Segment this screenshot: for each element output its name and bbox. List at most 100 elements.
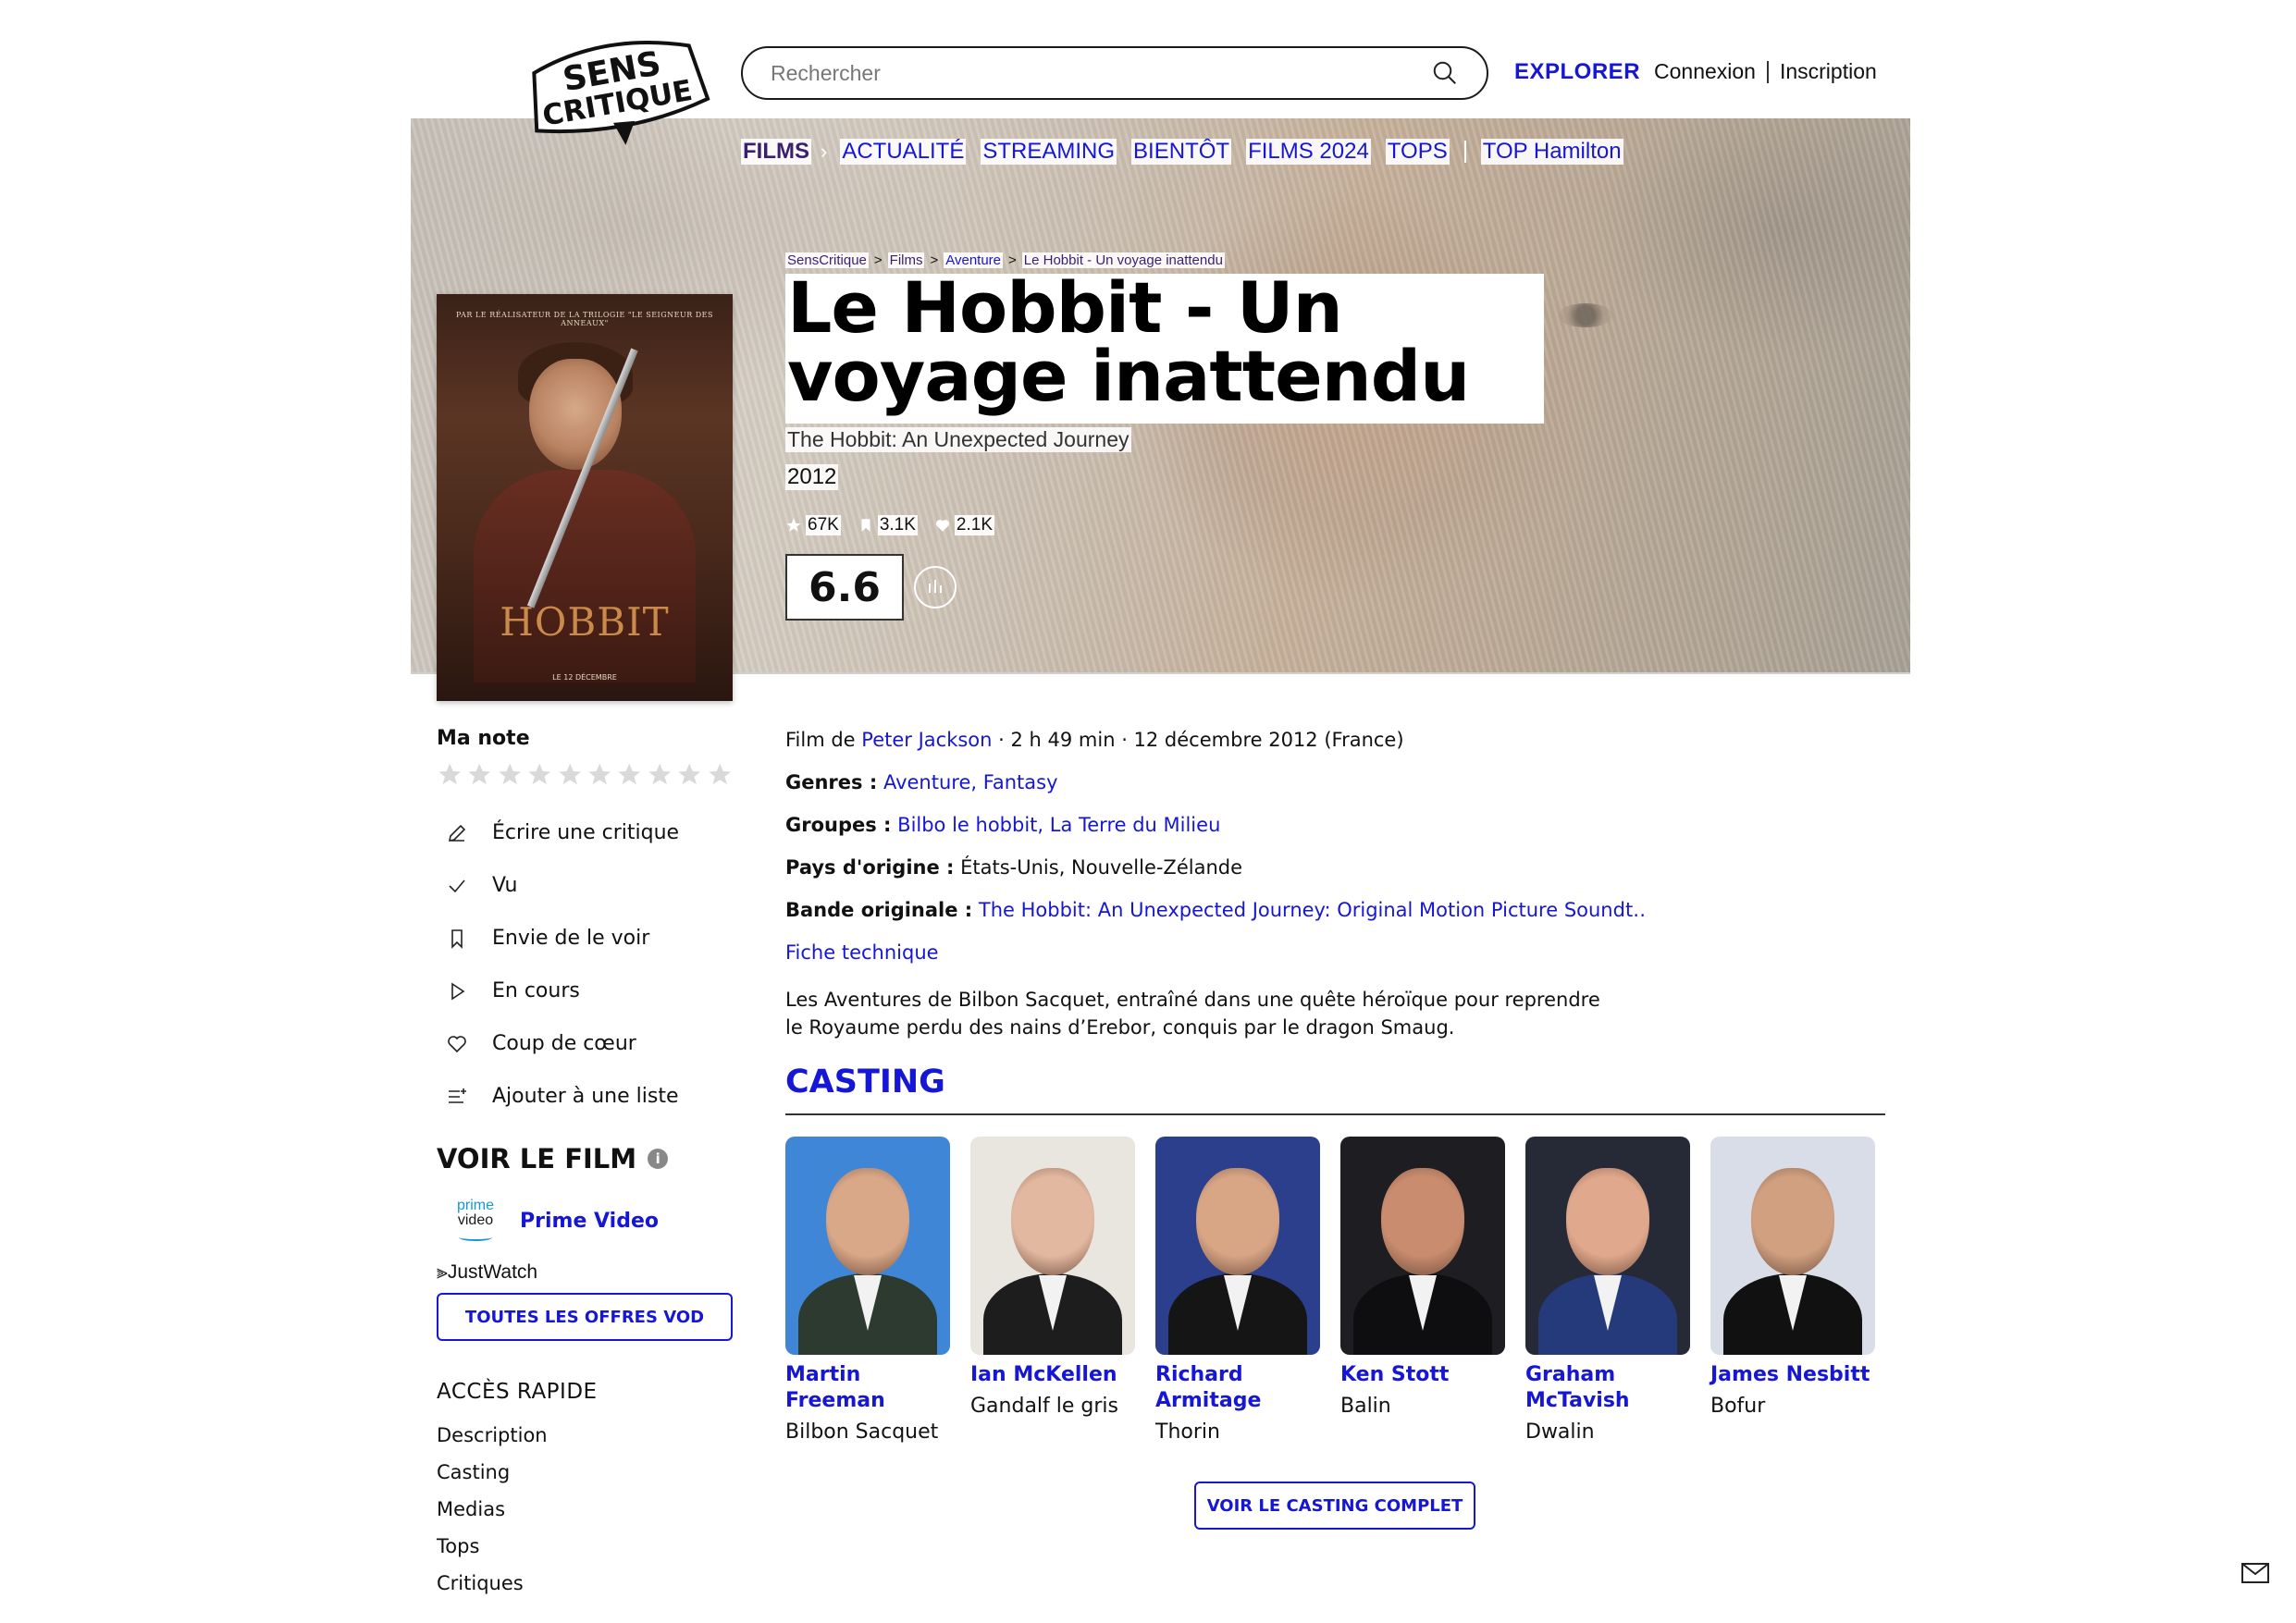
nav-streaming[interactable]: STREAMING [981,139,1117,165]
nav-bientot[interactable]: BIENTÔT [1131,139,1232,165]
mail-icon[interactable] [2241,1563,2269,1583]
groups-row: Groupes : Bilbo le hobbit, La Terre du M… [785,812,1646,855]
star-icon[interactable] [466,761,492,788]
wishlist-action[interactable]: Envie de le voir [437,912,733,965]
quick-link-medias[interactable]: Medias [437,1491,733,1528]
star-icon[interactable] [647,761,673,788]
country-row: Pays d'origine : États-Unis, Nouvelle-Zé… [785,855,1646,897]
cast-photo[interactable] [1340,1137,1505,1355]
star-icon[interactable] [586,761,612,788]
cast-card[interactable]: Martin Freeman Bilbon Sacquet [785,1137,950,1445]
cast-photo-head [1381,1168,1464,1275]
soundtrack-row: Bande originale : The Hobbit: An Unexpec… [785,897,1646,940]
explorer-link[interactable]: EXPLORER [1514,59,1640,85]
movie-details: Film de Peter Jackson · 2 h 49 min · 12 … [785,727,1646,1041]
cast-name[interactable]: Martin Freeman [785,1362,950,1414]
play-icon [444,978,470,1004]
nav-films[interactable]: FILMS [741,139,811,165]
quick-link-description[interactable]: Description [437,1417,733,1454]
quick-link-critiques[interactable]: Critiques [437,1565,733,1602]
rating-distribution-button[interactable] [914,566,957,609]
country-value: États-Unis, Nouvelle-Zélande [960,856,1243,879]
seen-action[interactable]: Vu [437,859,733,912]
star-icon[interactable] [497,761,523,788]
favorite-label: Coup de cœur [492,1032,636,1055]
groups-links[interactable]: Bilbo le hobbit, La Terre du Milieu [897,814,1220,836]
nav-actualite[interactable]: ACTUALITÉ [840,139,967,165]
casting-title: CASTING [785,1064,945,1100]
senscritique-logo[interactable]: SENS CRITIQUE [520,31,710,150]
cast-card[interactable]: Ian McKellen Gandalf le gris [970,1137,1135,1445]
login-link[interactable]: Connexion [1654,59,1756,84]
cast-name[interactable]: James Nesbitt [1710,1362,1875,1388]
info-icon[interactable]: i [648,1149,669,1169]
cast-name[interactable]: Ian McKellen [970,1362,1135,1388]
write-review-action[interactable]: Écrire une critique [437,806,733,859]
search-bar[interactable] [741,46,1488,100]
full-cast-button[interactable]: VOIR LE CASTING COMPLET [1194,1482,1475,1530]
poster-title: HOBBIT [500,599,670,645]
all-vod-offers-button[interactable]: TOUTES LES OFFRES VOD [437,1293,733,1341]
signup-link[interactable]: Inscription [1780,59,1877,84]
search-input[interactable] [771,60,1431,86]
star-icon[interactable] [676,761,702,788]
my-rating-label: Ma note [437,727,530,750]
cast-photo[interactable] [970,1137,1135,1355]
cast-photo[interactable] [785,1137,950,1355]
provider-name[interactable]: Prime Video [520,1210,659,1233]
cast-name[interactable]: Graham McTavish [1525,1362,1690,1414]
favorite-action[interactable]: Coup de cœur [437,1017,733,1070]
technical-sheet-link[interactable]: Fiche technique [785,941,939,964]
quick-link-tops[interactable]: Tops [437,1528,733,1565]
in-progress-action[interactable]: En cours [437,965,733,1017]
duration-date: · 2 h 49 min · 12 décembre 2012 (France) [992,729,1404,751]
nav-top-hamilton[interactable]: TOP Hamilton [1480,139,1623,165]
star-icon[interactable] [707,761,733,788]
cast-card[interactable]: James Nesbitt Bofur [1710,1137,1875,1445]
average-score: 6.6 [785,554,904,621]
cast-card[interactable]: Richard Armitage Thorin [1155,1137,1320,1445]
technical-row: Fiche technique [785,940,1646,982]
soundtrack-link[interactable]: The Hobbit: An Unexpected Journey: Origi… [979,899,1646,921]
movie-poster[interactable]: PAR LE RÉALISATEUR DE LA TRILOGIE "LE SE… [437,294,733,701]
cast-name[interactable]: Richard Armitage [1155,1362,1320,1414]
movie-title-box: Le Hobbit - Un voyage inattendu [785,273,1544,424]
cast-photo[interactable] [1710,1137,1875,1355]
justwatch-icon: ⫸ [437,1261,448,1283]
director-link[interactable]: Peter Jackson [861,729,992,751]
star-icon[interactable] [437,761,463,788]
wishlist-count: 3.1K [858,515,918,535]
star-icon[interactable] [557,761,583,788]
nav-tops[interactable]: TOPS [1385,139,1450,165]
quick-link-casting[interactable]: Casting [437,1454,733,1491]
add-to-list-action[interactable]: Ajouter à une liste [437,1070,733,1123]
auth-links: Connexion Inscription [1654,59,1877,84]
add-to-list-label: Ajouter à une liste [492,1085,679,1108]
provider-prime-video[interactable]: prime video Prime Video [437,1199,733,1243]
write-review-label: Écrire une critique [492,821,680,844]
cast-photo-head [826,1168,909,1275]
cast-card[interactable]: Ken Stott Balin [1340,1137,1505,1445]
quick-access-list: Description Casting Medias Tops Critique… [437,1417,733,1602]
cast-card[interactable]: Graham McTavish Dwalin [1525,1137,1690,1445]
cast-photo-head [1751,1168,1834,1275]
cast-photo[interactable] [1525,1137,1690,1355]
director-row: Film de Peter Jackson · 2 h 49 min · 12 … [785,727,1646,769]
cast-photo-head [1011,1168,1094,1275]
star-icon[interactable] [526,761,552,788]
watch-title-text: VOIR LE FILM [437,1143,637,1174]
star-icon[interactable] [616,761,642,788]
release-year: 2012 [785,464,839,490]
cast-photo[interactable] [1155,1137,1320,1355]
prime-logo-smile [459,1234,492,1241]
original-title: The Hobbit: An Unexpected Journey [785,427,1131,452]
soundtrack-label: Bande originale : [785,899,973,921]
nav-films-2024[interactable]: FILMS 2024 [1246,139,1371,165]
auth-divider [1766,60,1769,83]
rating-stars[interactable] [437,761,733,788]
genres-links[interactable]: Aventure, Fantasy [883,771,1058,793]
cast-role: Bofur [1710,1395,1766,1418]
search-icon[interactable] [1431,59,1459,87]
justwatch-credit[interactable]: ⫸JustWatch [437,1261,733,1284]
cast-name[interactable]: Ken Stott [1340,1362,1505,1388]
